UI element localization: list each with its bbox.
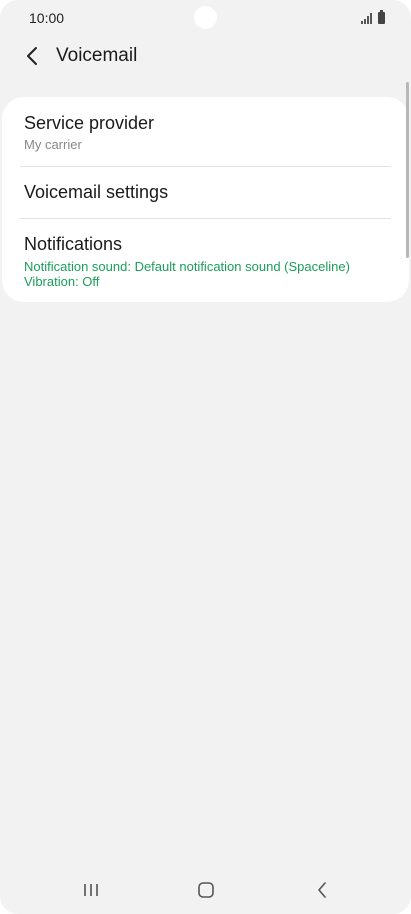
scrollbar[interactable] (406, 82, 409, 258)
recent-apps-button[interactable] (74, 878, 108, 902)
status-time: 10:00 (29, 10, 65, 26)
navigation-bar (0, 866, 411, 914)
home-icon (198, 882, 214, 898)
service-provider-item[interactable]: Service provider My carrier (2, 97, 409, 166)
service-provider-value: My carrier (24, 137, 82, 152)
voicemail-settings-item[interactable]: Voicemail settings (2, 167, 409, 218)
voicemail-settings-title: Voicemail settings (24, 182, 169, 202)
status-icons (361, 10, 385, 24)
notification-sound-value: Notification sound: Default notification… (24, 259, 350, 274)
back-icon (318, 882, 326, 898)
notifications-title: Notifications (24, 234, 123, 254)
chevron-left-icon (27, 47, 37, 65)
app-bar: Voicemail (0, 36, 411, 78)
signal-icon (361, 13, 372, 24)
notifications-item[interactable]: Notifications Notification sound: Defaul… (2, 219, 409, 302)
vibration-value: Vibration: Off (24, 274, 100, 289)
service-provider-title: Service provider (24, 113, 155, 133)
settings-card: Service provider My carrier Voicemail se… (2, 97, 409, 302)
front-camera-cutout (194, 6, 217, 29)
phone-screen: 10:00 Voicemail Service provider My carr… (0, 0, 411, 914)
recent-apps-icon (84, 884, 98, 896)
page-title: Voicemail (56, 45, 138, 66)
battery-icon (378, 10, 385, 24)
home-button[interactable] (189, 878, 223, 902)
status-bar: 10:00 (0, 0, 411, 36)
back-button[interactable] (18, 42, 46, 70)
system-back-button[interactable] (305, 878, 339, 902)
